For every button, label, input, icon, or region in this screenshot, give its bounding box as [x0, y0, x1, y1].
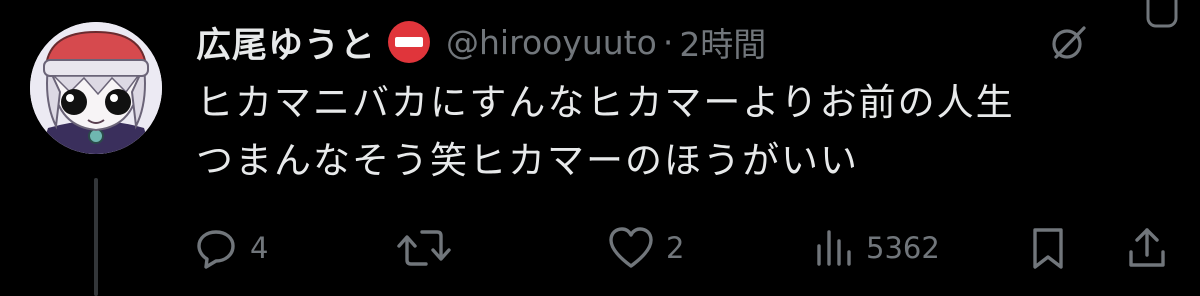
views-count: 5362 [866, 231, 940, 265]
avatar-illustration [30, 22, 162, 154]
share-button[interactable] [1124, 215, 1170, 281]
reply-icon [197, 230, 235, 269]
repost-icon [397, 230, 451, 266]
reply-count: 4 [250, 231, 269, 265]
like-button[interactable]: 2 [606, 215, 684, 281]
tweet-header: 広尾ゆうと @hirooyuuto · 2時間 [196, 14, 766, 70]
action-bar: 4 2 5362 [0, 215, 1200, 281]
timestamp[interactable]: 2時間 [679, 18, 766, 66]
reply-button[interactable]: 4 [192, 215, 268, 281]
views-icon [817, 230, 851, 266]
tweet-text-line: ヒカマニバカにすんなヒカマーよりお前の人生 [196, 81, 1015, 124]
no-entry-icon [386, 19, 432, 65]
grok-button[interactable] [1044, 22, 1094, 64]
bookmark-button[interactable] [1026, 215, 1070, 281]
heart-icon [609, 227, 653, 268]
display-name[interactable]: 広尾ゆうと [196, 17, 376, 68]
share-icon [1129, 228, 1165, 267]
more-options-button[interactable] [1124, 0, 1200, 36]
avatar[interactable] [30, 22, 162, 154]
like-count: 2 [666, 231, 685, 265]
handle[interactable]: @hirooyuuto [446, 23, 657, 62]
bookmark-icon [1033, 228, 1063, 269]
tweet-text: ヒカマニバカにすんなヒカマーよりお前の人生 つまんなそう笑ヒカマーのほうがいい [196, 74, 1176, 190]
more-icon [1146, 0, 1178, 28]
views-button[interactable]: 5362 [812, 215, 940, 281]
repost-button[interactable] [394, 215, 464, 281]
tweet-text-line: つまんなそう笑ヒカマーのほうがいい [196, 139, 859, 182]
separator-dot: · [662, 22, 674, 62]
grok-icon [1052, 26, 1086, 59]
